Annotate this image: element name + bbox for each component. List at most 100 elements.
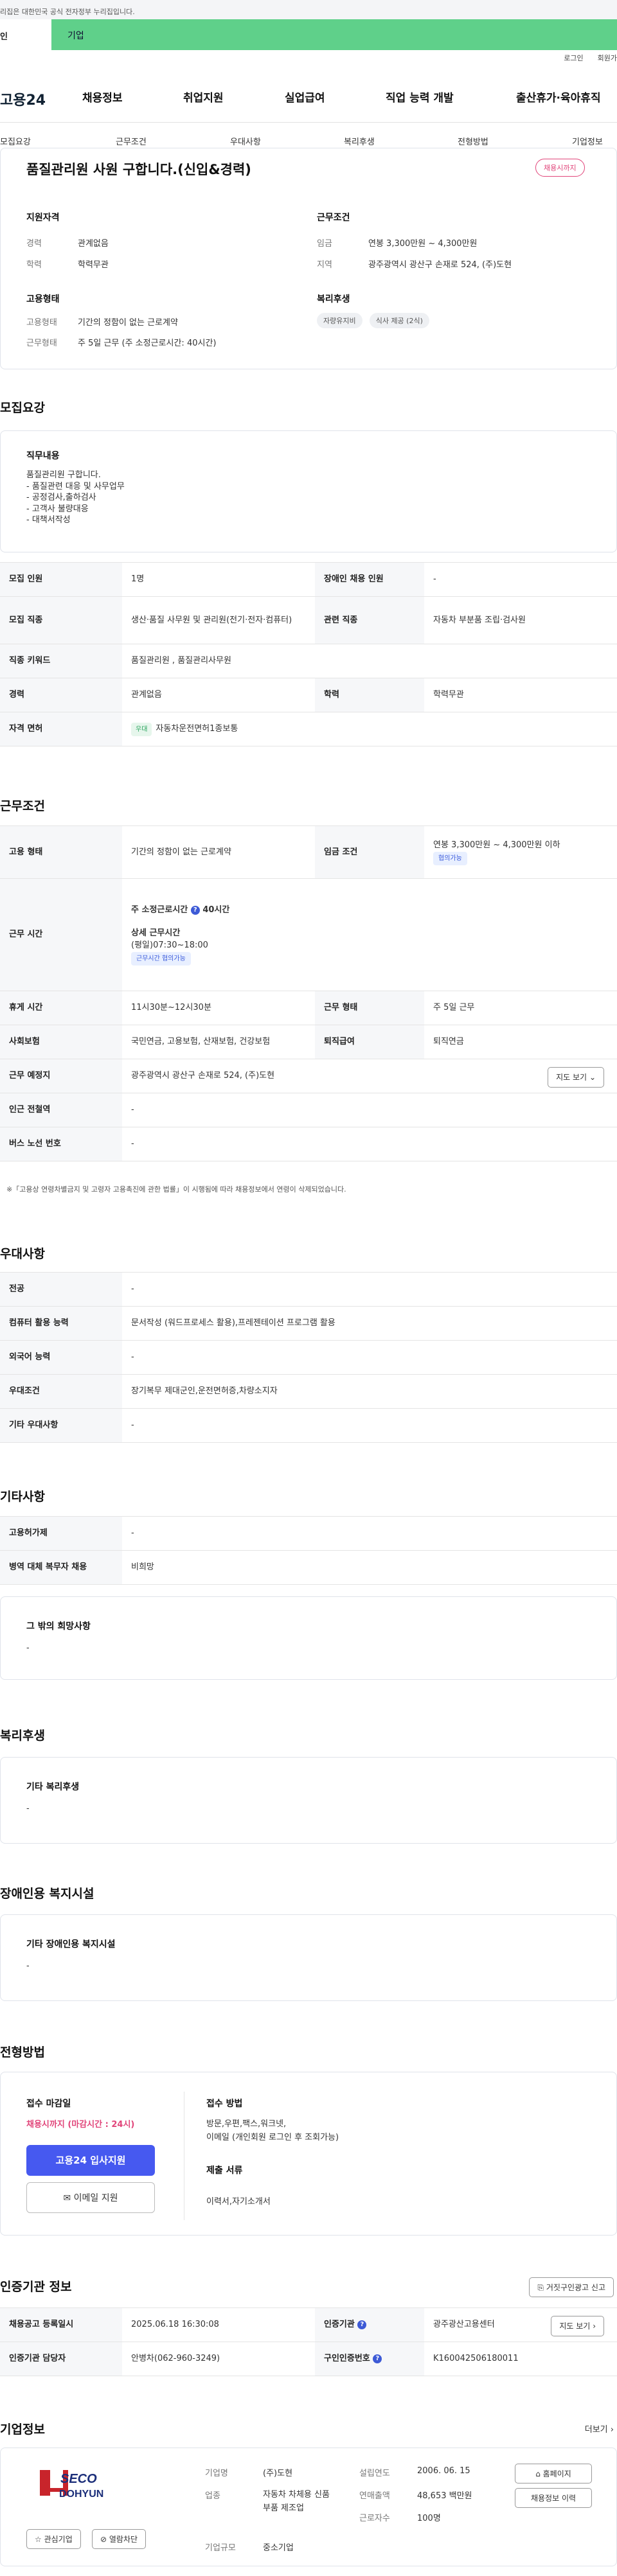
method-value: 방문,우편,팩스,워크넷, 이메일 (개인회원 로그인 후 조회가능) (206, 2119, 339, 2143)
job-title: 품질관리원 사원 구합니다.(신입&경력) (26, 162, 251, 177)
homepage-button[interactable]: ⌂ 홈페이지 (515, 2464, 592, 2483)
login-link[interactable]: 로그인 (564, 53, 583, 63)
apply-button[interactable]: 고용24 입사지원 (26, 2145, 155, 2176)
block-icon: ⊘ (100, 2535, 107, 2544)
emptype-row-label: 고용 형태 (0, 825, 122, 879)
major-label: 전공 (0, 1272, 122, 1307)
table-row: 자격 면허 우대 자동차운전면허1종보통 (0, 712, 617, 746)
subnav-item-conditions[interactable]: 근무조건 (116, 135, 147, 147)
preferred-chip: 우대 (131, 722, 152, 736)
selection-section-title: 전형방법 (0, 2045, 45, 2060)
user-type-tabs: 인 기업 (0, 19, 617, 50)
agency-section-title: 인증기관 정보 (0, 2280, 72, 2294)
subnav-item-recruit[interactable]: 모집요강 (0, 135, 31, 147)
join-link[interactable]: 회원가 (598, 53, 617, 63)
utility-nav: 로그인 회원가 (564, 53, 617, 63)
career-row-label: 경력 (0, 678, 122, 712)
employees-value: 100명 (417, 2514, 441, 2523)
gnb-item-training[interactable]: 직업 능력 개발 (386, 89, 454, 105)
table-row: 인근 전철역 - (0, 1093, 617, 1127)
company-more-label: 더보기 (584, 2425, 608, 2435)
major-value: - (122, 1272, 617, 1307)
bus-value: - (122, 1127, 617, 1161)
chevron-right-icon: › (593, 2322, 596, 2331)
license-label: 자격 면허 (0, 712, 122, 746)
site-logo[interactable]: 고용24 (0, 89, 46, 109)
subnav-item-selection[interactable]: 전형방법 (458, 135, 488, 147)
logo-top-text: SECO (60, 2472, 97, 2486)
disabled-card: 기타 장애인용 복지시설 - (0, 1914, 617, 2001)
worktype-row-label: 근무 형태 (315, 991, 424, 1025)
preferences-section-title: 우대사항 (0, 1247, 45, 1261)
info-icon[interactable]: ? (373, 2354, 382, 2363)
job-type-value: 생산·품질 사무원 및 관리원(전기·전자·컴퓨터) (122, 596, 315, 644)
info-icon[interactable]: ? (357, 2320, 367, 2329)
gnb-item-employment-support[interactable]: 취업지원 (183, 89, 224, 105)
table-row: 외국어 능력 - (0, 1340, 617, 1375)
gnb-divider (0, 122, 617, 123)
global-nav: 고용24 채용정보 취업지원 실업급여 직업 능력 개발 출산휴가·육아휴직 (0, 89, 617, 112)
conditions-section-title: 근무조건 (0, 799, 45, 813)
chevron-down-icon: ⌄ (589, 1073, 596, 1082)
company-more-link[interactable]: 더보기 › (585, 2422, 614, 2435)
wage-value: 연봉 3,300만원 ~ 4,300만원 (368, 239, 478, 249)
favorite-company-button[interactable]: ☆ 관심기업 (26, 2529, 81, 2549)
report-label: 거짓구인광고 신고 (546, 2283, 605, 2292)
email-apply-button[interactable]: ✉ 이메일 지원 (26, 2182, 155, 2213)
computer-label: 컴퓨터 활용 능력 (0, 1306, 122, 1341)
size-label: 기업규모 (205, 2543, 236, 2553)
table-row: 근무 예정지 광주광역시 광산구 손재로 524, (주)도현 지도 보기 ⌄ (0, 1059, 617, 1093)
star-icon: ☆ (35, 2535, 42, 2544)
sales-value: 48,653 백만원 (417, 2491, 472, 2501)
staff-value: 안병차(062-960-3249) (122, 2342, 315, 2376)
homepage-label: 홈페이지 (542, 2469, 571, 2478)
qual-heading: 지원자격 (26, 213, 60, 223)
hours-label: 근무 시간 (0, 878, 122, 991)
info-icon[interactable]: ? (190, 905, 200, 915)
place-label: 근무 예정지 (0, 1059, 122, 1093)
gnb-item-parental-leave[interactable]: 출산휴가·육아휴직 (516, 89, 601, 105)
gov-notice-text: 리집은 대한민국 공식 전자정부 누리집입니다. (0, 8, 135, 16)
pref-cond-value: 장기복무 제대군인,운전면허증,차량소지자 (122, 1374, 617, 1409)
method-heading: 접수 방법 (206, 2099, 243, 2109)
table-row: 기타 우대사항 - (0, 1408, 617, 1443)
gnb-item-jobs[interactable]: 채용정보 (82, 89, 123, 105)
language-value: - (122, 1340, 617, 1375)
subnav-item-welfare[interactable]: 복리후생 (344, 135, 375, 147)
disabled-count-label: 장애인 채용 인원 (315, 562, 424, 597)
disabled-section-title: 장애인용 복지시설 (0, 1887, 94, 1901)
subnav-item-preferences[interactable]: 우대사항 (230, 135, 261, 147)
language-label: 외국어 능력 (0, 1340, 122, 1375)
size-value: 중소기업 (263, 2543, 294, 2553)
agency-label-text: 인증기관 (324, 2320, 355, 2330)
region-label: 지역 (317, 260, 332, 270)
cert-id-label: 구인인증번호 ? (315, 2342, 424, 2376)
edu-label: 학력 (26, 260, 42, 270)
company-card: SECO DOHYUN ☆ 관심기업 ⊘ 열람차단 기업명 (주)도현 업종 자… (0, 2448, 617, 2566)
table-row: 경력 관계없음 학력 학력무관 (0, 678, 617, 712)
conditions-table: 고용 형태 기간의 정함이 없는 근로계약 임금 조건 연봉 3,300만원 ~… (0, 825, 617, 1161)
agency-map-button[interactable]: 지도 보기 › (551, 2316, 604, 2336)
insurance-value: 국민연금, 고용보험, 산재보험, 건강보험 (122, 1025, 315, 1059)
gnb-item-unemployment-benefit[interactable]: 실업급여 (285, 89, 325, 105)
job-history-button[interactable]: 채용정보 이력 (515, 2488, 592, 2508)
block-view-button[interactable]: ⊘ 열람차단 (92, 2529, 147, 2549)
company-logo: SECO DOHYUN (36, 2466, 113, 2505)
keyword-label: 직종 키워드 (0, 644, 122, 678)
wage-row-label: 임금 조건 (315, 825, 424, 879)
age-footnote: ※「고용상 연령차별금지 및 고령자 고용촉진에 관한 법률」이 시행됨에 따라… (6, 1185, 346, 1194)
subnav-item-company[interactable]: 기업정보 (572, 135, 603, 147)
tab-personal[interactable]: 인 (0, 19, 51, 50)
duty-text: 품질관리원 구합니다. - 품질관련 대응 및 사무업무 - 공정검사,출하검사… (26, 470, 125, 525)
preferences-table: 전공 - 컴퓨터 활용 능력 문서작성 (워드프로세스 활용),프레젠테이션 프… (0, 1272, 617, 1443)
subway-value: - (122, 1093, 617, 1127)
table-row: 인증기관 담당자 안병차(062-960-3249) 구인인증번호 ? K160… (0, 2342, 617, 2376)
map-button[interactable]: 지도 보기 ⌄ (548, 1067, 604, 1088)
company-section-title: 기업정보 (0, 2422, 45, 2437)
related-job-label: 관련 직종 (315, 596, 424, 644)
edu-row-value: 학력무관 (424, 678, 617, 712)
emptype-row-value: 기간의 정함이 없는 근로계약 (122, 825, 315, 879)
report-button[interactable]: ⎘ 거짓구인광고 신고 (529, 2277, 614, 2297)
tab-company[interactable]: 기업 (51, 19, 617, 50)
computer-value: 문서작성 (워드프로세스 활용),프레젠테이션 프로그램 활용 (122, 1306, 617, 1341)
